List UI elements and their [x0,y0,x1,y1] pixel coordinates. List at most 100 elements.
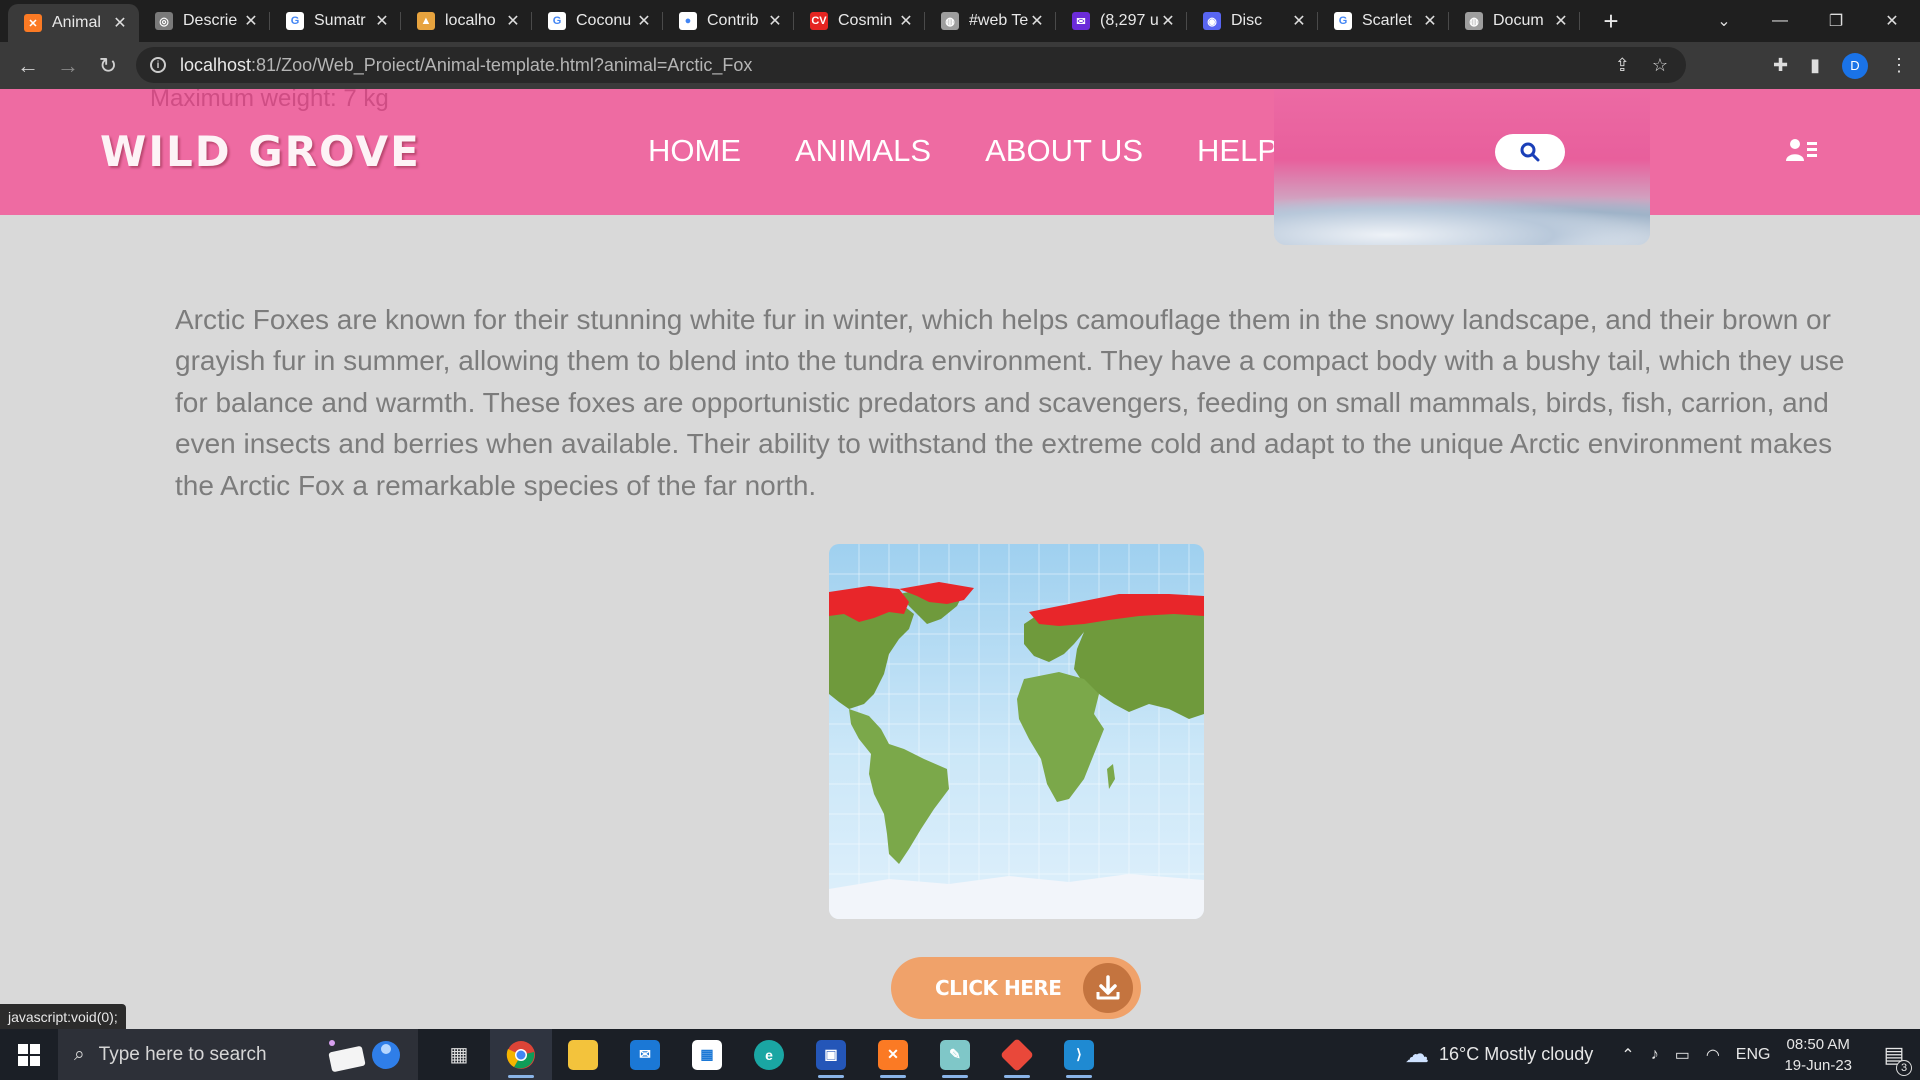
close-window-button[interactable]: ✕ [1864,11,1920,31]
nav-animals[interactable]: ANIMALS [795,133,931,169]
google-icon: G [286,12,304,30]
download-button[interactable]: CLICK HERE [891,957,1141,1019]
browser-tab[interactable]: G Scarlet ✕ [1318,0,1449,42]
nav-help[interactable]: HELP [1197,133,1278,169]
taskbar-search[interactable]: ⌕ Type here to search [58,1029,418,1080]
back-button[interactable]: ← [8,53,48,79]
taskbar-edge[interactable]: e [738,1029,800,1080]
restore-button[interactable]: ❐ [1808,11,1864,31]
tab-search-icon[interactable]: ⌄ [1696,11,1752,31]
browser-tab[interactable]: G Sumatr ✕ [270,0,401,42]
browser-tab[interactable]: G Coconu ✕ [532,0,663,42]
taskbar-notepad[interactable]: ✎ [924,1029,986,1080]
site-logo[interactable]: WILD GROVE [100,127,421,176]
taskbar-save-app[interactable]: ▣ [800,1029,862,1080]
tab-title: Cosmin [838,12,893,29]
chevron-up-icon[interactable]: ⌃ [1621,1045,1634,1065]
url-bar[interactable]: i localhost:81/Zoo/Web_Proiect/Animal-te… [136,47,1686,83]
user-menu-button[interactable] [1786,137,1818,168]
close-tab-icon[interactable]: ✕ [242,11,260,31]
close-tab-icon[interactable]: ✕ [1421,11,1439,31]
extensions-icon[interactable]: ✚ [1773,55,1788,76]
user-list-icon [1786,139,1817,161]
taskbar-search-placeholder: Type here to search [98,1043,267,1065]
share-icon[interactable]: ⇪ [1615,55,1630,76]
main-nav: HOME ANIMALS ABOUT US HELP [648,133,1278,169]
forward-button[interactable]: → [48,53,88,79]
language-indicator[interactable]: ENG [1736,1046,1771,1064]
close-tab-icon[interactable]: ✕ [111,13,129,33]
url-path: :81/Zoo/Web_Proiect/Animal-template.html… [251,54,753,75]
browser-tab[interactable]: ✉ (8,297 u ✕ [1056,0,1187,42]
search-highlight-illustration [328,1040,400,1072]
google-icon: G [548,12,566,30]
minimize-button[interactable]: — [1752,12,1808,30]
volume-icon[interactable]: ♪ [1651,1046,1659,1064]
weather-widget[interactable]: ☁ 16°C Mostly cloudy [1405,1040,1593,1069]
taskbar-store[interactable]: ▦ [676,1029,738,1080]
download-button-label: CLICK HERE [935,976,1062,1000]
taskbar-vscode[interactable]: ⟩ [1048,1029,1110,1080]
profile-avatar[interactable]: D [1842,52,1868,79]
close-tab-icon[interactable]: ✕ [373,11,391,31]
clock[interactable]: 08:50 AM 19-Jun-23 [1784,1034,1852,1076]
browser-tab[interactable]: ◉ Disc ✕ [1187,0,1318,42]
side-panel-icon[interactable]: ▮ [1810,55,1820,76]
bookmark-star-icon[interactable]: ☆ [1652,55,1668,76]
nav-home[interactable]: HOME [648,133,741,169]
windows-taskbar: ⌕ Type here to search ▦ ✉ ▦ e ▣ ✕ ✎ ⟩ ☁ … [0,1029,1920,1080]
browser-tab[interactable]: ✕ Animal ✕ [8,4,139,42]
edge-icon: e [754,1039,784,1070]
arctic-fox-photo [1274,89,1650,245]
link-status-bubble: javascript:void(0); [0,1004,126,1030]
notification-center-button[interactable]: ▤ 3 [1874,1042,1914,1076]
tab-title: Scarlet [1362,12,1412,29]
close-tab-icon[interactable]: ✕ [766,11,784,31]
battery-icon[interactable]: ▭ [1675,1045,1690,1065]
xampp-icon: ✕ [24,14,42,32]
taskbar-mail[interactable]: ✉ [614,1029,676,1080]
discord-icon: ◉ [1203,12,1221,30]
globe-icon: ◍ [1465,12,1483,30]
task-view-button[interactable]: ▦ [428,1029,490,1080]
mail-icon: ✉ [630,1039,660,1070]
taskbar-git[interactable] [986,1029,1048,1080]
floppy-icon: ▣ [816,1039,846,1070]
browser-menu-icon[interactable]: ⋮ [1890,55,1908,76]
start-button[interactable] [0,1043,58,1066]
site-header: Maximum weight: 7 kg WILD GROVE HOME ANI… [0,89,1920,245]
close-tab-icon[interactable]: ✕ [897,11,915,31]
taskbar-xampp[interactable]: ✕ [862,1029,924,1080]
wifi-icon[interactable]: ◠ [1706,1045,1720,1065]
tab-title: Sumatr [314,12,366,29]
site-info-icon[interactable]: i [150,57,166,73]
close-tab-icon[interactable]: ✕ [1159,11,1177,31]
windows-logo-icon [18,1043,40,1066]
new-tab-button[interactable]: + [1596,6,1626,37]
browser-toolbar: ← → ↻ i localhost:81/Zoo/Web_Proiect/Ani… [0,42,1920,89]
browser-tab[interactable]: ▲ localho ✕ [401,0,532,42]
browser-tab[interactable]: ◍ #web Te ✕ [925,0,1056,42]
globe-icon: ◍ [941,12,959,30]
browser-tab[interactable]: ● Contrib ✕ [663,0,794,42]
tab-title: Contrib [707,12,759,29]
close-tab-icon[interactable]: ✕ [635,11,653,31]
browser-tab[interactable]: ◎ Descrie ✕ [139,0,270,42]
cv-icon: CV [810,12,828,30]
search-button[interactable] [1495,134,1565,170]
google-icon: G [1334,12,1352,30]
taskbar-chrome[interactable] [490,1029,552,1080]
reload-button[interactable]: ↻ [88,53,128,79]
tab-title: Docum [1493,12,1544,29]
taskbar-file-explorer[interactable] [552,1029,614,1080]
close-tab-icon[interactable]: ✕ [1290,11,1308,31]
close-tab-icon[interactable]: ✕ [1028,11,1046,31]
nav-about-us[interactable]: ABOUT US [985,133,1143,169]
clock-date: 19-Jun-23 [1784,1056,1852,1074]
range-map-image [829,544,1204,919]
browser-tab[interactable]: ◍ Docum ✕ [1449,0,1580,42]
close-tab-icon[interactable]: ✕ [1552,11,1570,31]
close-tab-icon[interactable]: ✕ [504,11,522,31]
taskbar-apps: ▦ ✉ ▦ e ▣ ✕ ✎ ⟩ [428,1029,1110,1080]
browser-tab[interactable]: CV Cosmin ✕ [794,0,925,42]
